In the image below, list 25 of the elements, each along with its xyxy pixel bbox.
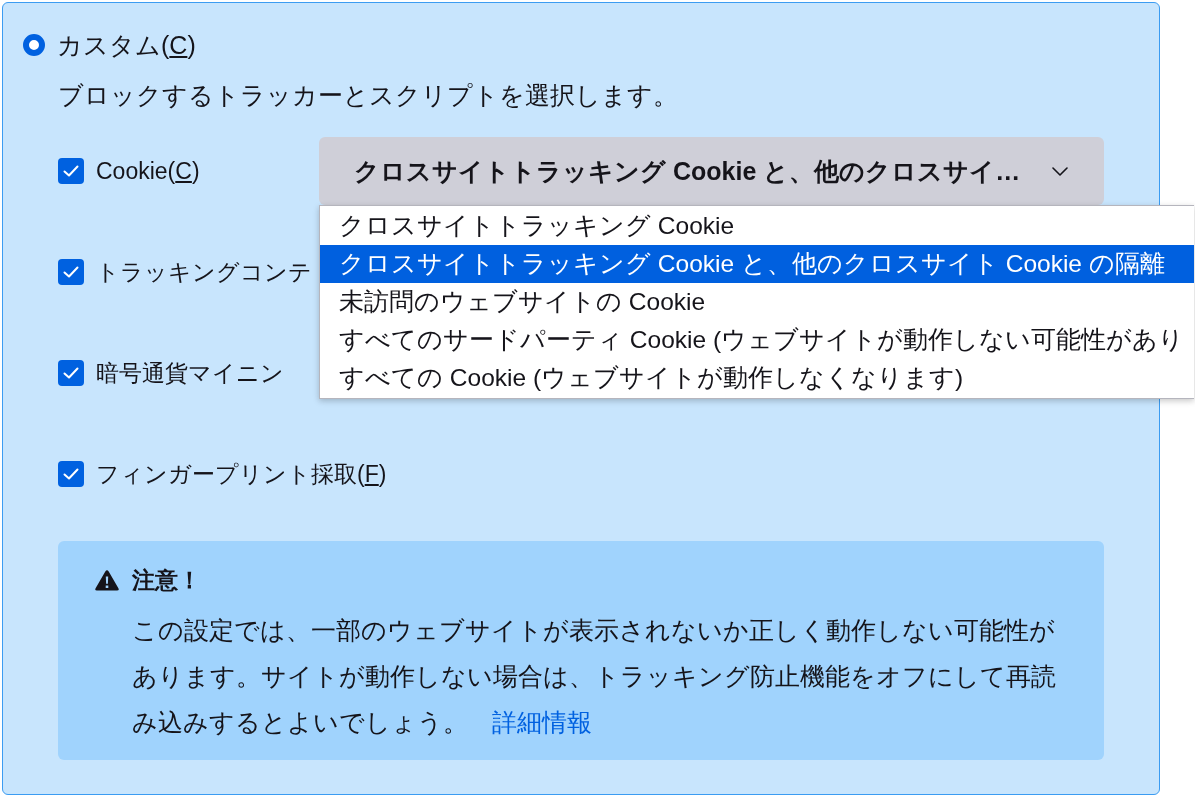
checkbox-label: Cookie(C): [96, 157, 200, 186]
radio-label: カスタム(C): [57, 30, 196, 61]
description-text: ブロックするトラッカーとスクリプトを選択します。: [58, 81, 678, 111]
dropdown-option[interactable]: すべての Cookie (ウェブサイトが動作しなくなります): [320, 359, 1194, 397]
checkmark-icon: [63, 266, 79, 278]
dropdown-option[interactable]: すべてのサードパーティ Cookie (ウェブサイトが動作しない可能性があり: [320, 321, 1194, 359]
checkmark-icon: [63, 367, 79, 379]
dropdown-button[interactable]: クロスサイトトラッキング Cookie と、他のクロスサイ…: [319, 137, 1104, 205]
checkmark-icon: [63, 468, 79, 480]
checkbox-label: フィンガープリント採取(F): [96, 460, 387, 489]
checkbox-label: トラッキングコンテ: [96, 258, 312, 287]
warning-icon: [95, 569, 119, 591]
checkbox-label: 暗号通貨マイニン: [96, 359, 284, 388]
chevron-down-icon: [1052, 166, 1068, 176]
checkbox[interactable]: [58, 158, 84, 184]
radio-button[interactable]: [23, 34, 45, 56]
checkbox[interactable]: [58, 259, 84, 285]
warning-title: 注意！: [132, 566, 201, 595]
dropdown-option[interactable]: 未訪問のウェブサイトの Cookie: [320, 283, 1194, 321]
dropdown-option[interactable]: クロスサイトトラッキング Cookie と、他のクロスサイト Cookie の隔離: [320, 245, 1194, 283]
warning-text: この設定では、一部のウェブサイトが表示されないか正しく動作しない可能性があります。サイトが動作しない場合は、トラッキング防止機能をオフにして再読み込みするとよいでしょう。 詳細情報: [132, 615, 1057, 738]
dropdown-option[interactable]: クロスサイトトラッキング Cookie: [320, 207, 1194, 245]
checkbox[interactable]: [58, 360, 84, 386]
checkbox[interactable]: [58, 461, 84, 487]
checkmark-icon: [63, 165, 79, 177]
